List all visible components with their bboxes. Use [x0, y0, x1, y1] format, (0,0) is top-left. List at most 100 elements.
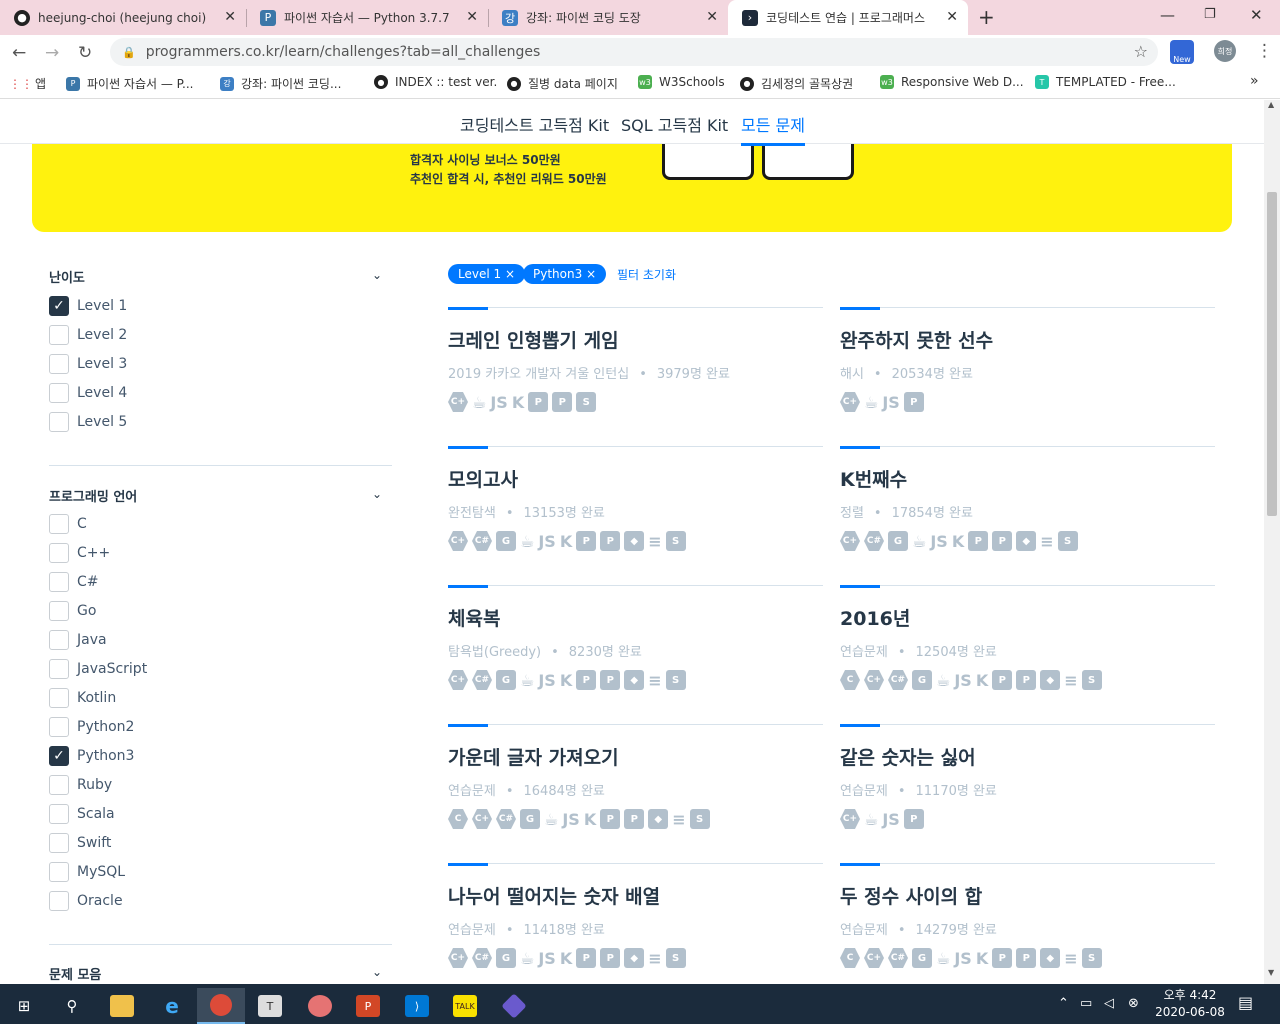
filter-checkbox[interactable]: Level 5 [49, 412, 127, 432]
bookmark-w3schools[interactable]: w3 W3Schools [638, 75, 725, 89]
problem-card[interactable]: K번째수 정렬 • 17854명 완료 C+ C# G ☕ JS K P P ◆ ≡ S [840, 446, 1215, 586]
maximize-button[interactable]: ❐ [1204, 7, 1216, 22]
vscode-icon[interactable]: ⟩ [393, 988, 441, 1024]
filter-checkbox[interactable]: Kotlin [49, 688, 116, 708]
powerpoint-icon[interactable]: P [344, 988, 392, 1024]
filter-chip-level1[interactable]: Level 1 × [448, 264, 526, 284]
tray-chevron-icon[interactable]: ⌃ [1058, 996, 1069, 1011]
filter-checkbox[interactable]: C# [49, 572, 99, 592]
bookmark-responsive[interactable]: w3 Responsive Web D... [880, 75, 1024, 89]
nav-all-problems[interactable]: 모든 문제 [741, 112, 805, 146]
reset-filters-link[interactable]: 필터 초기화 [617, 266, 676, 283]
start-button[interactable]: ⊞ [0, 988, 48, 1024]
checkbox-icon[interactable] [49, 354, 69, 374]
chevron-down-icon[interactable]: ⌄ [372, 487, 382, 501]
bookmarks-more[interactable]: » [1250, 73, 1259, 89]
action-center-icon[interactable]: ▤ [1238, 993, 1253, 1012]
bookmark-disease-data[interactable]: ● 질병 data 페이지 [507, 75, 618, 92]
scrollbar-thumb[interactable] [1267, 192, 1277, 516]
checkbox-checked-icon[interactable]: ✓ [49, 746, 69, 766]
checkbox-icon[interactable] [49, 775, 69, 795]
reload-button[interactable]: ↻ [78, 43, 92, 63]
nav-sql-kit[interactable]: SQL 고득점 Kit [621, 112, 728, 136]
filter-checkbox[interactable]: Swift [49, 833, 111, 853]
problem-card[interactable]: 완주하지 못한 선수 해시 • 20534명 완료 C+ ☕ JS P [840, 307, 1215, 447]
bookmark-templated[interactable]: T TEMPLATED - Free... [1035, 75, 1176, 89]
checkbox-icon[interactable] [49, 659, 69, 679]
problem-card[interactable]: 가운데 글자 가져오기 연습문제 • 16484명 완료 C C+ C# G ☕ JS K P P ◆ ≡ S [448, 724, 823, 864]
filter-checkbox[interactable]: MySQL [49, 862, 125, 882]
close-icon[interactable]: ✕ [706, 9, 718, 25]
checkbox-icon[interactable] [49, 514, 69, 534]
clock[interactable]: 오후 4:42 2020-06-08 [1150, 987, 1230, 1021]
checkbox-icon[interactable] [49, 383, 69, 403]
tab-dojang[interactable]: 강 강좌: 파이썬 코딩 도장 ✕ [488, 0, 728, 35]
problem-card[interactable]: 모의고사 완전탐색 • 13153명 완료 C+ C# G ☕ JS K P P ◆ ≡ S [448, 446, 823, 586]
typora-icon[interactable]: T [246, 988, 294, 1024]
filter-checkbox[interactable]: Oracle [49, 891, 123, 911]
ie-icon[interactable]: e [148, 988, 196, 1024]
checkbox-icon[interactable] [49, 572, 69, 592]
extension-new-icon[interactable]: New [1170, 40, 1194, 64]
problem-card[interactable]: 크레인 인형뽑기 게임 2019 카카오 개발자 겨울 인턴십 • 3979명 완료 C… [448, 307, 823, 447]
checkbox-checked-icon[interactable]: ✓ [49, 296, 69, 316]
volume-icon[interactable]: ◁ [1104, 996, 1114, 1011]
back-button[interactable]: ← [12, 43, 26, 63]
scrollbar[interactable]: ▲ ▼ [1264, 100, 1280, 984]
profile-avatar[interactable]: 희정 [1214, 40, 1236, 62]
tab-github[interactable]: ● heejung-choi (heejung choi) ✕ [0, 0, 246, 35]
filter-checkbox[interactable]: Go [49, 601, 96, 621]
problem-card[interactable]: 체육복 탐욕법(Greedy) • 8230명 완료 C+ C# G ☕ JS K P P ◆ ≡ S [448, 585, 823, 725]
notification-error-icon[interactable]: ⊗ [1128, 996, 1139, 1011]
filter-checkbox[interactable]: ✓ Python3 [49, 746, 134, 766]
checkbox-icon[interactable] [49, 543, 69, 563]
checkbox-icon[interactable] [49, 688, 69, 708]
window-close-button[interactable]: ✕ [1250, 6, 1263, 24]
kakaotalk-icon[interactable]: TALK [441, 988, 489, 1024]
checkbox-icon[interactable] [49, 412, 69, 432]
problem-title[interactable]: K번째수 [840, 465, 907, 492]
problem-title[interactable]: 나누어 떨어지는 숫자 배열 [448, 882, 660, 909]
url-bar[interactable]: 🔒 programmers.co.kr/learn/challenges?tab… [110, 38, 1158, 66]
problem-title[interactable]: 완주하지 못한 선수 [840, 326, 993, 353]
filter-checkbox[interactable]: JavaScript [49, 659, 147, 679]
menu-icon[interactable]: ⋮ [1256, 41, 1273, 61]
close-icon[interactable]: ✕ [466, 9, 478, 25]
remove-icon[interactable]: × [586, 267, 596, 281]
new-tab-button[interactable]: + [978, 5, 995, 29]
filter-chip-python3[interactable]: Python3 × [523, 264, 607, 284]
filter-checkbox[interactable]: Level 4 [49, 383, 127, 403]
remove-icon[interactable]: × [505, 267, 515, 281]
chevron-down-icon[interactable]: ⌄ [372, 268, 382, 282]
filter-checkbox[interactable]: ✓ Level 1 [49, 296, 127, 316]
checkbox-icon[interactable] [49, 325, 69, 345]
forward-button[interactable]: → [45, 43, 59, 63]
problem-title[interactable]: 같은 숫자는 싫어 [840, 743, 976, 770]
filter-checkbox[interactable]: C++ [49, 543, 110, 563]
checkbox-icon[interactable] [49, 862, 69, 882]
problem-card[interactable]: 나누어 떨어지는 숫자 배열 연습문제 • 11418명 완료 C+ C# G ☕ JS K P P ◆… [448, 863, 823, 984]
filter-checkbox[interactable]: Ruby [49, 775, 112, 795]
checkbox-icon[interactable] [49, 630, 69, 650]
problem-card[interactable]: 같은 숫자는 싫어 연습문제 • 11170명 완료 C+ ☕ JS P [840, 724, 1215, 864]
filter-checkbox[interactable]: C [49, 514, 87, 534]
bookmark-apps[interactable]: ⋮⋮ 앱 [9, 75, 46, 92]
tab-python-docs[interactable]: P 파이썬 자습서 — Python 3.7.7 문서 ✕ [246, 0, 488, 35]
scroll-up-icon[interactable]: ▲ [1268, 100, 1274, 109]
checkbox-icon[interactable] [49, 833, 69, 853]
checkbox-icon[interactable] [49, 891, 69, 911]
problem-title[interactable]: 체육복 [448, 604, 500, 631]
filter-checkbox[interactable]: Scala [49, 804, 115, 824]
bookmark-python-docs[interactable]: P 파이썬 자습서 — P... [66, 75, 194, 92]
chrome-icon[interactable] [197, 988, 245, 1024]
bookmark-alley[interactable]: ● 김세정의 골목상권 [740, 75, 853, 92]
bookmark-dojang[interactable]: 강 강좌: 파이썬 코딩... [220, 75, 341, 92]
close-icon[interactable]: ✕ [946, 9, 958, 25]
paint-icon[interactable] [296, 988, 344, 1024]
checkbox-icon[interactable] [49, 601, 69, 621]
bookmark-star-icon[interactable]: ☆ [1134, 42, 1148, 61]
filter-checkbox[interactable]: Python2 [49, 717, 134, 737]
problem-card[interactable]: 2016년 연습문제 • 12504명 완료 C C+ C# G ☕ JS K P P ◆ ≡ S [840, 585, 1215, 725]
problem-title[interactable]: 2016년 [840, 604, 910, 631]
filter-checkbox[interactable]: Level 3 [49, 354, 127, 374]
